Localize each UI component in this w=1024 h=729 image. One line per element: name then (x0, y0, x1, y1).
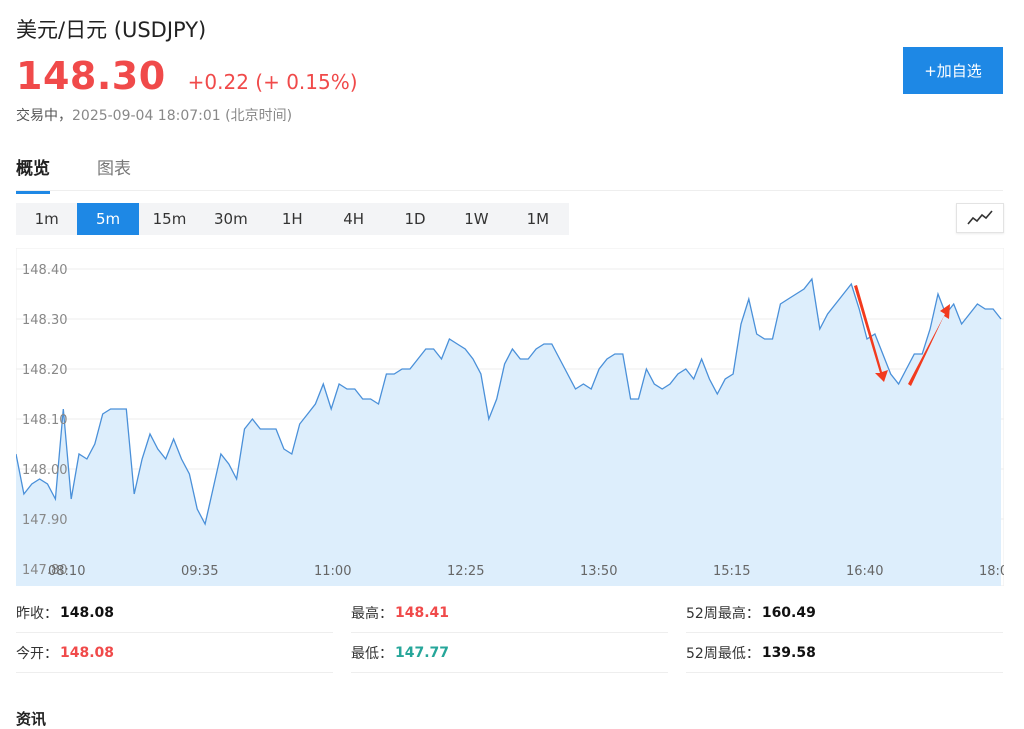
stat-label: 最高： (351, 606, 393, 622)
stat-value: 139.58 (761, 645, 816, 661)
trading-status: 交易中，2025-09-04 18:07:01 (北京时间) (16, 105, 292, 125)
stat-prev-close: 昨收： 148.08 (16, 594, 333, 633)
y-tick-label: 148.10 (22, 413, 68, 428)
add-watchlist-button[interactable]: +加自选 (903, 47, 1003, 94)
period-1m[interactable]: 1m (16, 203, 77, 235)
stat-value: 148.08 (60, 605, 115, 621)
stat-label: 最低： (351, 646, 393, 662)
x-tick-label: 13:50 (580, 564, 617, 579)
stat-label: 今开： (16, 646, 58, 662)
x-tick-label: 08:10 (48, 564, 85, 579)
stat-52w-low: 52周最低： 139.58 (686, 634, 1003, 673)
price-chart-svg: 148.40148.30148.20148.10148.00147.90147.… (16, 248, 1004, 586)
stat-label: 52周最高： (686, 606, 760, 622)
x-tick-label: 16:40 (846, 564, 883, 579)
price-change: +0.22 (+ 0.15%) (187, 70, 358, 94)
current-price: 148.30 (16, 54, 166, 98)
tab-chart[interactable]: 图表 (97, 154, 131, 191)
stat-low: 最低： 147.77 (351, 634, 668, 673)
price-chart[interactable]: 148.40 148.30 148.20 148.10 148.00 147.90 147.… (16, 248, 1004, 586)
x-tick-label: 11:00 (314, 564, 351, 579)
x-tick-label: 15:15 (713, 564, 750, 579)
stat-value: 160.49 (761, 605, 816, 621)
x-tick-label: 09:35 (181, 564, 218, 579)
news-heading: 资讯 (16, 710, 47, 728)
period-30m[interactable]: 30m (200, 203, 261, 235)
tab-overview[interactable]: 概览 (16, 154, 50, 194)
period-1h[interactable]: 1H (262, 203, 323, 235)
y-tick-label: 147.90 (22, 513, 68, 528)
stat-label: 52周最低： (686, 646, 760, 662)
stat-value: 147.77 (395, 645, 450, 661)
chart-type-button[interactable] (956, 203, 1004, 233)
instrument-title: 美元/日元 (USDJPY) (16, 18, 207, 42)
price-row: 148.30 +0.22 (+ 0.15%) (16, 54, 358, 98)
stat-open: 今开： 148.08 (16, 634, 333, 673)
x-tick-label: 18:0 (979, 564, 1004, 579)
status-label: 交易中， (16, 108, 72, 124)
x-tick-label: 12:25 (447, 564, 484, 579)
y-tick-label: 148.00 (22, 463, 68, 478)
stat-value: 148.08 (60, 645, 115, 661)
period-4h[interactable]: 4H (323, 203, 384, 235)
y-tick-label: 148.40 (22, 263, 68, 278)
period-1mo[interactable]: 1M (507, 203, 568, 235)
y-tick-label: 148.30 (22, 313, 68, 328)
period-15m[interactable]: 15m (139, 203, 200, 235)
tab-bar: 概览 图表 (16, 150, 1003, 194)
stat-label: 昨收： (16, 606, 58, 622)
period-1w[interactable]: 1W (446, 203, 507, 235)
stat-value: 148.41 (395, 605, 450, 621)
period-5m[interactable]: 5m (77, 203, 139, 235)
stat-52w-high: 52周最高： 160.49 (686, 594, 1003, 633)
y-tick-label: 148.20 (22, 363, 68, 378)
period-selector: 1m 5m 15m 30m 1H 4H 1D 1W 1M (16, 203, 569, 235)
timestamp: 2025-09-04 18:07:01 (北京时间) (72, 108, 293, 124)
stat-high: 最高： 148.41 (351, 594, 668, 633)
line-chart-icon (967, 210, 993, 225)
period-1d[interactable]: 1D (384, 203, 445, 235)
